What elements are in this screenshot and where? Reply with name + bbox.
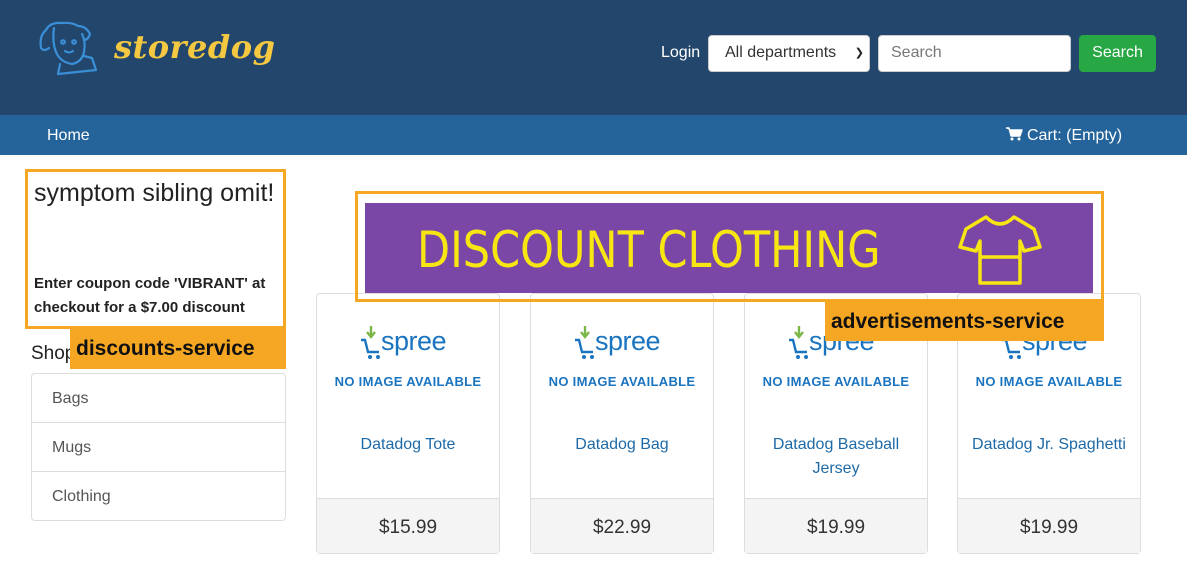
discount-banner: symptom sibling omit! Enter coupon code … bbox=[25, 169, 286, 329]
product-price: $15.99 bbox=[317, 498, 499, 553]
ad-image: DISCOUNT CLOTHING bbox=[365, 203, 1093, 293]
ad-text: DISCOUNT CLOTHING bbox=[417, 221, 881, 279]
taxon-bags[interactable]: Bags bbox=[32, 374, 285, 423]
discounts-service-tag: discounts-service bbox=[70, 329, 286, 369]
spree-logo: spree bbox=[575, 326, 671, 362]
product-price: $22.99 bbox=[531, 498, 713, 553]
spree-cart-icon bbox=[361, 326, 380, 359]
department-select[interactable]: All departments ❯ bbox=[708, 35, 870, 72]
spree-cart-icon bbox=[575, 326, 594, 359]
shop-heading: Shop bbox=[31, 343, 76, 364]
product-name[interactable]: Datadog Jr. Spaghetti bbox=[968, 433, 1130, 457]
storedog-logo[interactable]: storedog bbox=[36, 18, 275, 82]
spree-wordmark: spree bbox=[595, 326, 661, 356]
chevron-down-icon: ❯ bbox=[854, 47, 864, 59]
no-image-label: NO IMAGE AVAILABLE bbox=[334, 374, 482, 389]
search-button[interactable]: Search bbox=[1079, 35, 1156, 72]
spree-cart-icon bbox=[789, 326, 808, 359]
discount-title: symptom sibling omit! bbox=[34, 179, 275, 207]
cart-link[interactable]: Cart: (Empty) bbox=[1006, 127, 1122, 145]
brand-name: storedog bbox=[114, 28, 276, 66]
product-price: $19.99 bbox=[745, 498, 927, 553]
product-name[interactable]: Datadog Baseball Jersey bbox=[755, 433, 917, 481]
taxon-mugs[interactable]: Mugs bbox=[32, 423, 285, 472]
shopping-cart-icon bbox=[1006, 127, 1023, 141]
login-link[interactable]: Login bbox=[661, 44, 700, 62]
spree-wordmark: spree bbox=[381, 326, 447, 356]
discount-description: Enter coupon code 'VIBRANT' at checkout … bbox=[34, 275, 266, 316]
taxon-clothing[interactable]: Clothing bbox=[32, 472, 285, 521]
site-header: storedog Login All departments ❯ Search … bbox=[0, 0, 1187, 115]
cart-label: Cart: (Empty) bbox=[1027, 127, 1123, 144]
product-card[interactable]: spree NO IMAGE AVAILABLE Datadog Tote $1… bbox=[316, 293, 500, 554]
product-card[interactable]: spree NO IMAGE AVAILABLE Datadog Bag $22… bbox=[530, 293, 714, 554]
search-placeholder: Search bbox=[891, 44, 942, 61]
no-image-label: NO IMAGE AVAILABLE bbox=[975, 374, 1123, 389]
department-selected: All departments bbox=[725, 44, 837, 61]
t-shirt-icon bbox=[958, 215, 1042, 285]
spree-logo: spree bbox=[361, 326, 457, 362]
nav-home-link[interactable]: Home bbox=[47, 127, 90, 145]
no-image-label: NO IMAGE AVAILABLE bbox=[762, 374, 910, 389]
taxonomy-list: Bags Mugs Clothing bbox=[31, 373, 286, 521]
advertisements-service-tag: advertisements-service bbox=[825, 302, 1104, 341]
product-name[interactable]: Datadog Tote bbox=[327, 433, 489, 457]
product-name[interactable]: Datadog Bag bbox=[541, 433, 703, 457]
main-nav: Home Cart: (Empty) bbox=[0, 115, 1187, 155]
product-price: $19.99 bbox=[958, 498, 1140, 553]
dog-icon bbox=[39, 21, 98, 76]
advertisement-banner[interactable]: DISCOUNT CLOTHING bbox=[355, 191, 1104, 302]
no-image-label: NO IMAGE AVAILABLE bbox=[548, 374, 696, 389]
search-input[interactable]: Search bbox=[878, 35, 1071, 72]
